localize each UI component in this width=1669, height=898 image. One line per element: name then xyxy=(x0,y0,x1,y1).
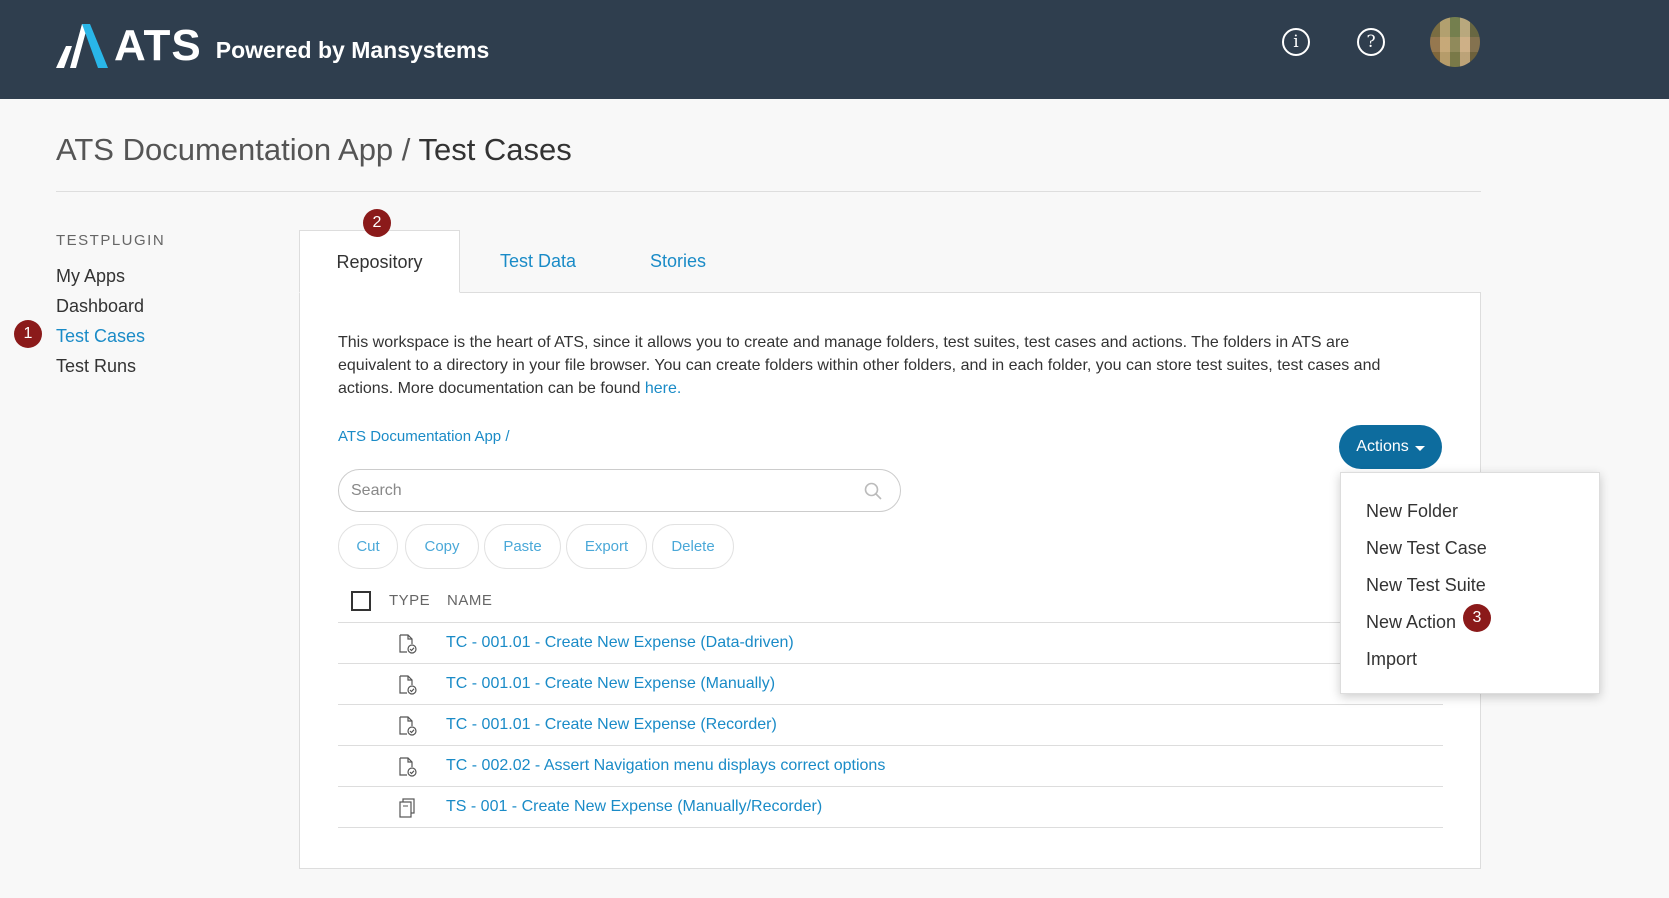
test-suite-icon xyxy=(399,798,415,818)
paste-button[interactable]: Paste xyxy=(484,524,561,569)
sidebar: TESTPLUGIN My Apps Dashboard Test Cases … xyxy=(56,232,165,381)
breadcrumb[interactable]: ATS Documentation App / xyxy=(338,428,509,445)
select-all-checkbox[interactable] xyxy=(351,591,371,611)
export-button[interactable]: Export xyxy=(566,524,647,569)
search-box xyxy=(338,469,901,512)
test-case-icon xyxy=(399,634,417,654)
step-badge-2: 2 xyxy=(363,209,391,237)
sidebar-item-test-runs[interactable]: Test Runs xyxy=(56,351,165,381)
page-title: ATS Documentation App / Test Cases xyxy=(56,132,572,168)
repository-table: TYPE NAME TC - 001.01 - Create New Expen… xyxy=(338,580,1443,828)
actions-button[interactable]: Actions xyxy=(1339,425,1442,469)
test-case-icon xyxy=(399,716,417,736)
top-header: ATS Powered by Mansystems i ? xyxy=(0,0,1669,99)
row-name[interactable]: TC - 001.01 - Create New Expense (Record… xyxy=(446,716,777,734)
ats-logo[interactable]: ATS Powered by Mansystems xyxy=(56,20,489,68)
step-badge-1: 1 xyxy=(14,320,42,348)
search-icon[interactable] xyxy=(864,482,882,500)
table-row[interactable]: TC - 001.01 - Create New Expense (Manual… xyxy=(338,664,1443,705)
test-case-icon xyxy=(399,675,417,695)
description-text: This workspace is the heart of ATS, sinc… xyxy=(338,334,1381,397)
documentation-link[interactable]: here. xyxy=(645,380,681,397)
table-row[interactable]: TS - 001 - Create New Expense (Manually/… xyxy=(338,787,1443,828)
logo-text: ATS xyxy=(114,21,202,70)
tab-test-data[interactable]: Test Data xyxy=(500,230,576,293)
tab-stories[interactable]: Stories xyxy=(650,230,706,293)
actions-menu: New Folder New Test Case New Test Suite … xyxy=(1340,472,1600,694)
test-case-icon xyxy=(399,757,417,777)
column-header-name[interactable]: NAME xyxy=(447,592,492,609)
logo-tagline: Powered by Mansystems xyxy=(215,37,490,63)
row-name[interactable]: TC - 001.01 - Create New Expense (Data-d… xyxy=(446,634,794,652)
step-badge-3: 3 xyxy=(1463,604,1491,632)
menu-item-new-action-label: New Action xyxy=(1366,612,1457,632)
page-title-separator: / xyxy=(393,132,419,167)
search-input[interactable] xyxy=(351,470,851,511)
row-name[interactable]: TC - 001.01 - Create New Expense (Manual… xyxy=(446,675,775,693)
actions-label: Actions xyxy=(1356,438,1409,455)
row-name[interactable]: TS - 001 - Create New Expense (Manually/… xyxy=(446,798,822,816)
menu-item-new-test-suite[interactable]: New Test Suite xyxy=(1341,567,1599,604)
workspace-description: This workspace is the heart of ATS, sinc… xyxy=(338,331,1418,400)
table-row[interactable]: TC - 002.02 - Assert Navigation menu dis… xyxy=(338,746,1443,787)
ats-logo-icon xyxy=(56,24,108,68)
copy-button[interactable]: Copy xyxy=(405,524,479,569)
table-row[interactable]: TC - 001.01 - Create New Expense (Data-d… xyxy=(338,623,1443,664)
caret-down-icon xyxy=(1414,445,1425,451)
menu-item-new-test-case[interactable]: New Test Case xyxy=(1341,530,1599,567)
delete-button[interactable]: Delete xyxy=(652,524,734,569)
help-icon[interactable]: ? xyxy=(1357,28,1385,56)
menu-item-new-folder[interactable]: New Folder xyxy=(1341,493,1599,530)
sidebar-item-my-apps[interactable]: My Apps xyxy=(56,261,165,291)
row-name[interactable]: TC - 002.02 - Assert Navigation menu dis… xyxy=(446,757,885,775)
sidebar-item-dashboard[interactable]: Dashboard xyxy=(56,291,165,321)
sidebar-item-test-cases[interactable]: Test Cases xyxy=(56,321,165,351)
menu-item-import[interactable]: Import xyxy=(1341,641,1599,678)
sidebar-heading: TESTPLUGIN xyxy=(56,232,166,249)
cut-button[interactable]: Cut xyxy=(338,524,398,569)
tab-repository[interactable]: Repository xyxy=(299,230,460,293)
avatar[interactable] xyxy=(1430,17,1480,67)
page-title-current: Test Cases xyxy=(418,132,572,167)
info-icon[interactable]: i xyxy=(1282,28,1310,56)
title-divider xyxy=(56,191,1481,192)
page-title-app: ATS Documentation App xyxy=(56,132,394,167)
column-header-type[interactable]: TYPE xyxy=(389,592,430,609)
table-row[interactable]: TC - 001.01 - Create New Expense (Record… xyxy=(338,705,1443,746)
table-header: TYPE NAME xyxy=(338,580,1443,623)
